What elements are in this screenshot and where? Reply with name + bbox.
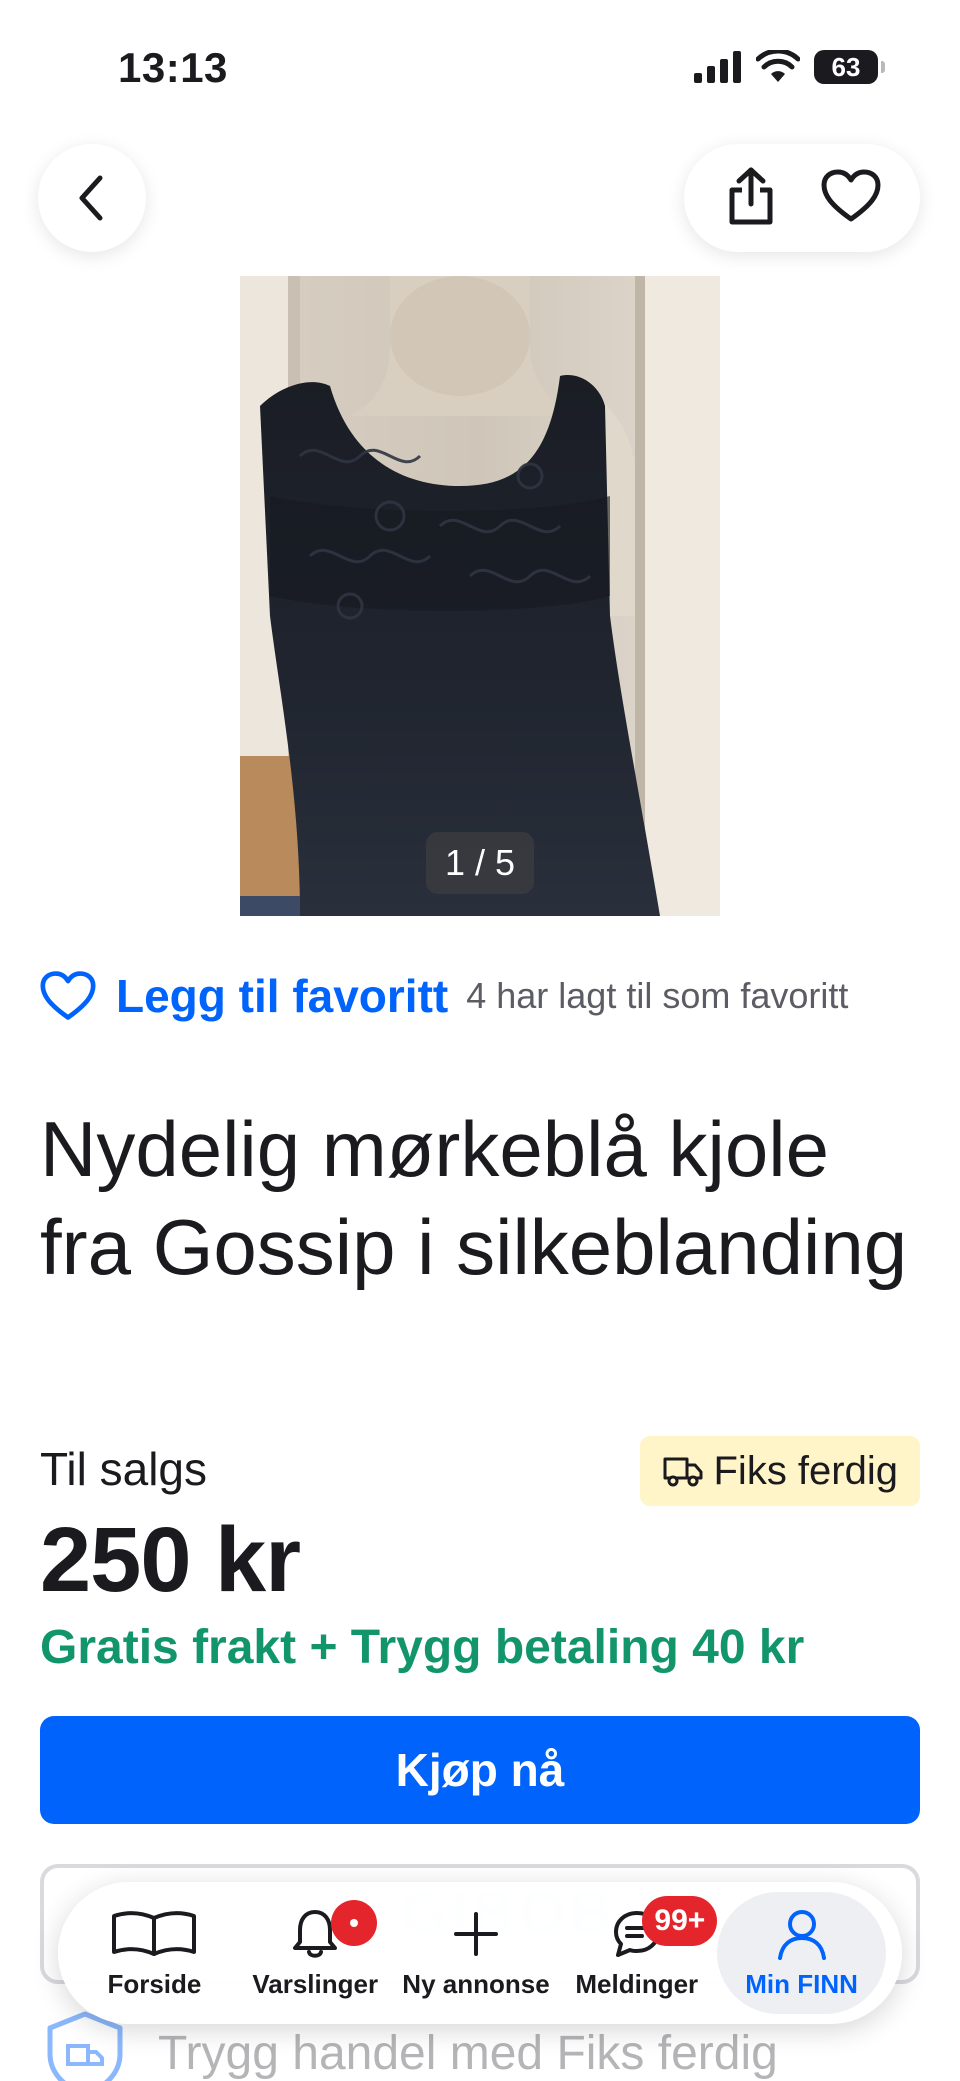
- favorite-count: 4 har lagt til som favoritt: [466, 975, 849, 1016]
- share-button[interactable]: [724, 166, 778, 231]
- fiks-ferdig-badge: Fiks ferdig: [639, 1436, 920, 1506]
- book-icon: [112, 1910, 197, 1956]
- dress-photo: [240, 276, 720, 916]
- favorite-button-top[interactable]: [821, 169, 881, 228]
- status-bar: 13:13 63: [0, 0, 960, 140]
- favorite-row: Legg til favoritt 4 har lagt til som fav…: [40, 966, 848, 1026]
- nav-label-forside: Forside: [107, 1968, 202, 1999]
- heart-outline-icon[interactable]: [40, 970, 96, 1022]
- listing-title: Nydelig mørkeblå kjole fra Gossip i silk…: [40, 1105, 908, 1291]
- notification-dot-badge: [330, 1900, 377, 1946]
- delivery-truck-icon: [663, 1457, 702, 1487]
- sale-label: Til salgs: [40, 1443, 207, 1495]
- nav-meldinger[interactable]: 99+ Meldinger: [556, 1892, 718, 2014]
- battery-icon: 63: [814, 50, 885, 84]
- status-icons: 63: [694, 50, 885, 84]
- badge-label: Fiks ferdig: [713, 1448, 899, 1493]
- heart-icon: [821, 169, 880, 221]
- nav-forside[interactable]: Forside: [74, 1892, 235, 2014]
- image-counter: 1 / 5: [426, 832, 534, 894]
- nav-label-varslinger: Varslinger: [252, 1968, 379, 1999]
- nav-varslinger[interactable]: Varslinger: [235, 1892, 396, 2014]
- nav-label-ny-annonse: Ny annonse: [402, 1968, 550, 1999]
- shipping-info: Gratis frakt + Trygg betaling 40 kr: [40, 1621, 805, 1674]
- plus-icon: [453, 1911, 498, 1956]
- buy-now-button[interactable]: Kjøp nå: [40, 1716, 920, 1824]
- price: 250 kr: [40, 1509, 301, 1611]
- nav-label-min-finn: Min FINN: [745, 1968, 858, 1999]
- product-image[interactable]: [240, 276, 720, 916]
- message-count-badge: 99+: [642, 1896, 718, 1946]
- nav-min-finn[interactable]: Min FINN: [717, 1892, 887, 2014]
- status-time: 13:13: [118, 44, 228, 91]
- battery-level: 63: [831, 51, 861, 82]
- share-icon: [729, 167, 772, 224]
- wifi-icon: [756, 50, 800, 82]
- back-button[interactable]: [38, 144, 146, 252]
- top-actions: [684, 144, 920, 252]
- bottom-navigation: Forside Varslinger Ny annonse 99+ Meldin…: [58, 1882, 902, 2024]
- add-favorite-link[interactable]: Legg til favoritt: [116, 969, 448, 1023]
- user-icon: [777, 1909, 826, 1960]
- signal-icon: [694, 51, 741, 83]
- safe-trade-text: Trygg handel med Fiks ferdig: [158, 2026, 778, 2080]
- chevron-left-icon: [79, 175, 103, 221]
- nav-ny-annonse[interactable]: Ny annonse: [396, 1892, 557, 2014]
- nav-label-meldinger: Meldinger: [575, 1968, 699, 1999]
